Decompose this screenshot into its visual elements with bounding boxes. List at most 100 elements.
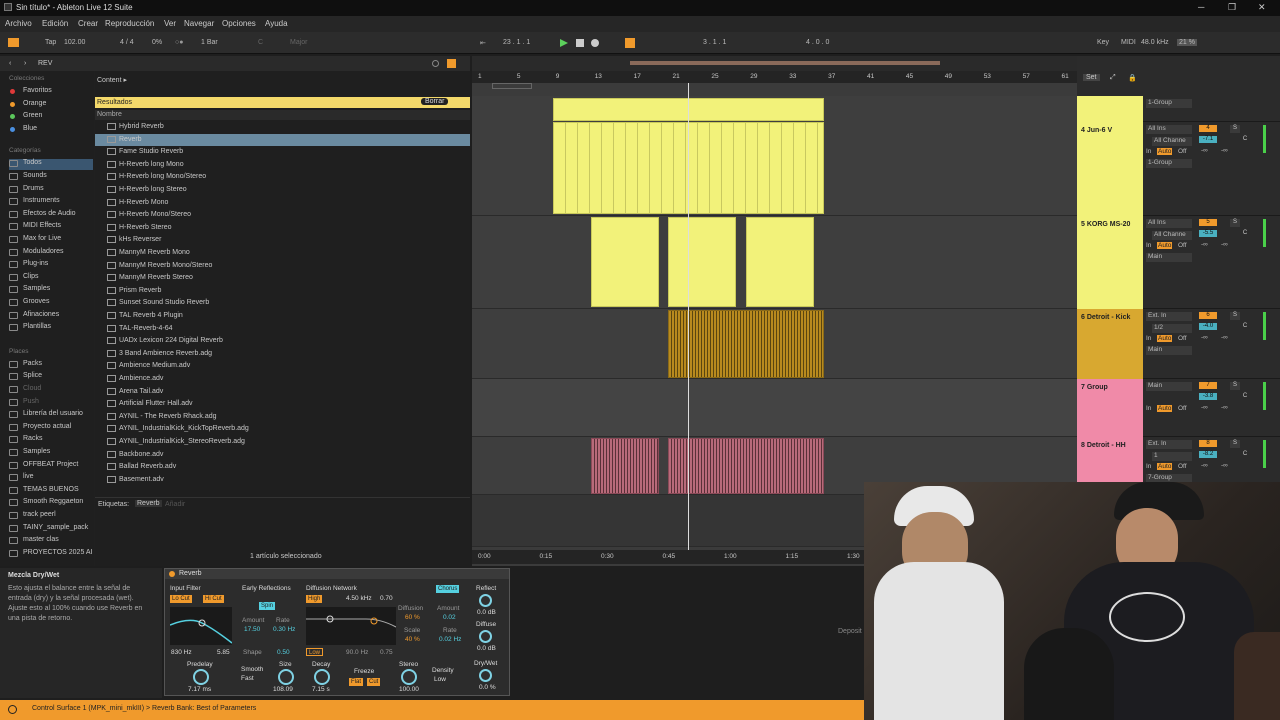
er-amount[interactable]: 17.50 [244, 626, 260, 633]
input-channel-select[interactable]: All Channe [1152, 231, 1192, 240]
category-item[interactable]: Afinaciones [9, 311, 93, 322]
diffusion-value[interactable]: 60 % [405, 614, 420, 621]
place-item[interactable]: live [9, 473, 93, 484]
category-item[interactable]: Moduladores [9, 248, 93, 259]
browser-file-item[interactable]: H-Reverb Stereo [95, 222, 470, 235]
chorus-toggle[interactable]: Chorus [436, 585, 460, 593]
quantize-menu[interactable]: 1 Bar [201, 39, 218, 46]
record-icon[interactable] [591, 39, 599, 47]
track-lane-7[interactable] [472, 379, 1080, 437]
send-b[interactable]: -∞ [1221, 334, 1228, 341]
browser-file-item[interactable]: 3 Band Ambience Reverb.adg [95, 348, 470, 361]
decay-value[interactable]: 7.15 s [312, 686, 330, 693]
track-header[interactable]: 5 KORG MS-20 All Ins All Channe In Auto Off Ma… [1077, 216, 1280, 309]
input-type-select[interactable]: All Ins [1146, 125, 1192, 134]
track-activator[interactable]: 6 [1199, 312, 1217, 319]
track-name-box[interactable]: 7 Group [1077, 379, 1143, 437]
device-on-icon[interactable] [169, 571, 175, 577]
collection-item[interactable]: Green [9, 112, 93, 123]
menu-navegar[interactable]: Navegar [184, 19, 214, 28]
loop-start[interactable]: 3 . 1 . 1 [703, 39, 726, 46]
high-q[interactable]: 0.70 [380, 595, 393, 602]
menu-ver[interactable]: Ver [164, 19, 176, 28]
output-select[interactable]: 1-Group [1146, 159, 1192, 168]
send-a[interactable]: -∞ [1201, 147, 1208, 154]
send-a[interactable]: -∞ [1201, 404, 1208, 411]
scale-value[interactable]: 40 % [405, 636, 420, 643]
place-item[interactable]: TAINY_sample_pack [9, 524, 93, 535]
category-item[interactable]: Samples [9, 285, 93, 296]
restore-button[interactable]: ❐ [1228, 2, 1236, 13]
filter-display[interactable] [169, 607, 233, 645]
high-freq[interactable]: 4.50 kHz [346, 595, 372, 602]
category-item[interactable]: Grooves [9, 298, 93, 309]
monitor-in[interactable]: In [1146, 148, 1151, 155]
spin-toggle[interactable]: Spin [259, 602, 276, 610]
browser-file-item[interactable]: TAL-Reverb-4-64 [95, 323, 470, 336]
drywet-knob[interactable] [479, 669, 492, 682]
decay-knob[interactable] [314, 669, 330, 685]
monitor-off[interactable]: Off [1178, 148, 1187, 155]
song-position[interactable]: 23 . 1 . 1 [503, 39, 530, 46]
key-select[interactable]: C [258, 39, 263, 46]
browser-file-item[interactable]: Sunset Sound Studio Reverb [95, 297, 470, 310]
place-item[interactable]: track peerl [9, 511, 93, 522]
play-icon[interactable] [560, 39, 568, 47]
monitor-off[interactable]: Off [1178, 242, 1187, 249]
menu-archivo[interactable]: Archivo [5, 19, 32, 28]
browser-file-item[interactable]: H-Reverb Mono/Stereo [95, 209, 470, 222]
time-signature[interactable]: 4 / 4 [120, 39, 134, 46]
browser-file-item[interactable]: AYNIL_IndustrialKick_StereoReverb.adg [95, 436, 470, 449]
place-item[interactable]: Smooth Reggaeton [9, 498, 93, 509]
settings-icon[interactable] [432, 60, 439, 67]
send-a[interactable]: -∞ [1201, 241, 1208, 248]
track-activator[interactable]: 5 [1199, 219, 1217, 226]
menu-crear[interactable]: Crear [78, 19, 98, 28]
high-toggle[interactable]: High [306, 595, 323, 603]
volume-field[interactable]: -5.5 [1199, 230, 1217, 237]
name-column-header[interactable]: Nombre [95, 110, 470, 120]
category-item[interactable]: MIDI Effects [9, 222, 93, 233]
track-name-box[interactable]: 5 KORG MS-20 [1077, 216, 1143, 309]
size-value[interactable]: 108.09 [273, 686, 293, 693]
menu-edicion[interactable]: Edición [42, 19, 68, 28]
output-select[interactable]: Main [1146, 253, 1192, 262]
track-name-box[interactable] [1077, 96, 1143, 122]
place-item[interactable]: PROYECTOS 2025 AI [9, 549, 93, 560]
monitor-in[interactable]: In [1146, 242, 1151, 249]
key-map-button[interactable]: Key [1097, 39, 1109, 46]
monitor-off[interactable]: Off [1178, 405, 1187, 412]
place-item[interactable]: Splice [9, 372, 93, 383]
arrangement-overview[interactable] [472, 56, 1080, 71]
lo-cut-toggle[interactable]: Lo Cut [170, 595, 192, 603]
minimize-button[interactable]: ─ [1198, 2, 1204, 12]
input-type-select[interactable]: 1-Group [1146, 99, 1192, 108]
category-item[interactable]: Sounds [9, 172, 93, 183]
loop-brace[interactable] [492, 83, 532, 89]
er-shape[interactable]: 0.50 [277, 649, 290, 656]
output-select[interactable]: Main [1146, 346, 1192, 355]
send-b[interactable]: -∞ [1221, 404, 1228, 411]
browser-file-item[interactable]: MannyM Reverb Stereo [95, 272, 470, 285]
pan-field[interactable]: C [1240, 230, 1250, 238]
browser-file-item[interactable]: Hybrid Reverb [95, 121, 470, 134]
collection-item[interactable]: Blue [9, 125, 93, 136]
category-item[interactable]: Max for Live [9, 235, 93, 246]
audio-clip-hh-b[interactable] [668, 438, 824, 494]
bar-ruler[interactable]: 1 5 9 13 17 21 25 29 33 37 41 45 49 53 57 61 [472, 71, 1080, 83]
pan-field[interactable]: C [1240, 451, 1250, 459]
close-button[interactable]: ✕ [1258, 2, 1266, 13]
browser-file-item[interactable]: Ambience Medium.adv [95, 360, 470, 373]
midi-clip-ms20-a[interactable] [591, 217, 659, 307]
input-type-select[interactable]: Main [1146, 382, 1192, 391]
browser-file-item[interactable]: H-Reverb long Stereo [95, 184, 470, 197]
track-header[interactable]: 6 Detroit - Kick Ext. In 1/2 In Auto Off Main 6… [1077, 309, 1280, 379]
back-arrow-icon[interactable]: ‹ [9, 60, 11, 67]
browser-file-item[interactable]: H-Reverb long Mono/Stereo [95, 171, 470, 184]
browser-file-item[interactable]: Reverb [95, 133, 470, 147]
monitor-auto[interactable]: Auto [1157, 148, 1173, 155]
filter-freq[interactable]: 830 Hz [171, 649, 192, 656]
smooth-select[interactable]: Fast [241, 675, 254, 682]
midi-clip-ms20-b[interactable] [668, 217, 736, 307]
monitor-in[interactable]: In [1146, 335, 1151, 342]
